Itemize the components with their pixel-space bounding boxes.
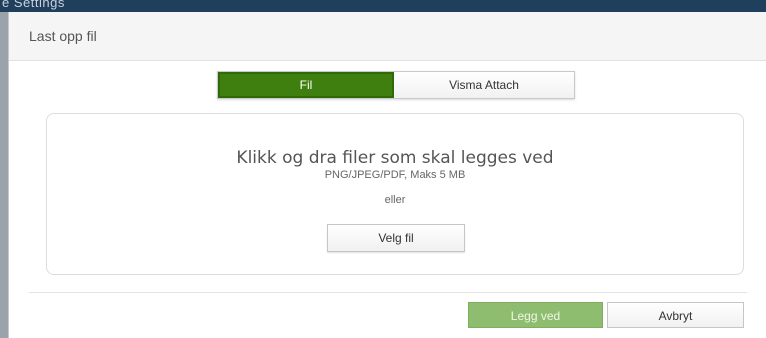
background-app-bar: e Settings [0, 0, 766, 12]
dialog-header: Last opp fil [9, 12, 766, 61]
choose-file-button[interactable]: Velg fil [327, 224, 465, 252]
dialog-title: Last opp fil [29, 28, 97, 44]
attach-button[interactable]: Legg ved [468, 302, 603, 328]
dropzone-or-text: eller [384, 194, 406, 206]
tab-file[interactable]: Fil [218, 72, 394, 98]
file-dropzone[interactable]: Klikk og dra filer som skal legges ved P… [46, 113, 744, 275]
dropzone-heading: Klikk og dra filer som skal legges ved [236, 148, 554, 168]
dropzone-format-hint: PNG/JPEG/PDF, Maks 5 MB [324, 169, 466, 181]
footer-divider [29, 292, 747, 293]
background-menu-text: e Settings [2, 0, 65, 10]
cancel-button[interactable]: Avbryt [607, 302, 744, 328]
upload-file-dialog: Last opp fil Fil Visma Attach Klikk og d… [8, 12, 766, 338]
tab-visma-attach[interactable]: Visma Attach [394, 72, 574, 98]
source-tabs: Fil Visma Attach [217, 71, 575, 99]
